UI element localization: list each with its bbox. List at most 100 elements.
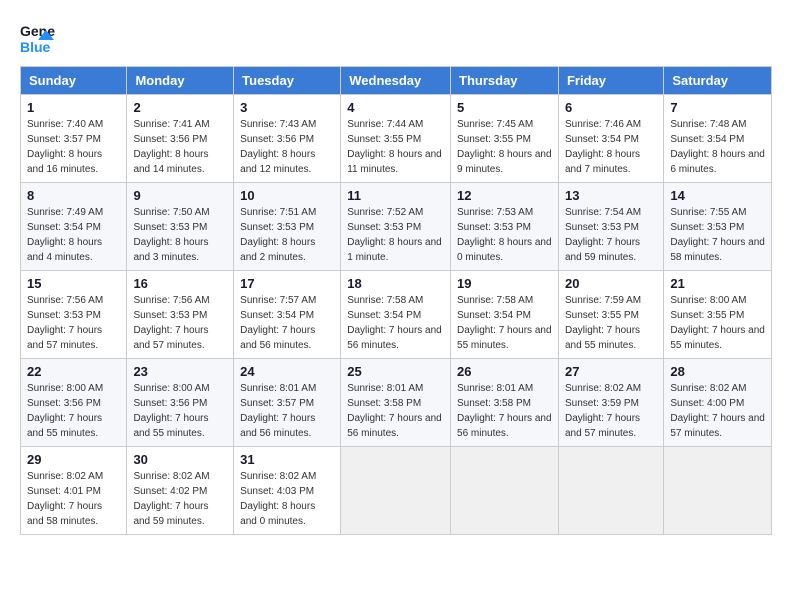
daylight-text: Daylight: 7 hours and 56 minutes. bbox=[240, 413, 315, 439]
day-info: Sunrise: 7:55 AM Sunset: 3:53 PM Dayligh… bbox=[670, 205, 765, 265]
sunrise-text: Sunrise: 7:59 AM bbox=[565, 295, 641, 306]
table-row: 17 Sunrise: 7:57 AM Sunset: 3:54 PM Dayl… bbox=[234, 271, 341, 359]
sunrise-text: Sunrise: 8:00 AM bbox=[27, 383, 103, 394]
sunset-text: Sunset: 3:54 PM bbox=[347, 310, 421, 321]
calendar-week-row: 22 Sunrise: 8:00 AM Sunset: 3:56 PM Dayl… bbox=[21, 359, 772, 447]
day-number: 29 bbox=[27, 452, 120, 467]
col-friday: Friday bbox=[558, 67, 663, 95]
daylight-text: Daylight: 8 hours and 9 minutes. bbox=[457, 149, 552, 175]
sunset-text: Sunset: 3:54 PM bbox=[457, 310, 531, 321]
day-number: 21 bbox=[670, 276, 765, 291]
day-info: Sunrise: 7:45 AM Sunset: 3:55 PM Dayligh… bbox=[457, 117, 552, 177]
daylight-text: Daylight: 7 hours and 57 minutes. bbox=[133, 325, 208, 351]
day-info: Sunrise: 7:56 AM Sunset: 3:53 PM Dayligh… bbox=[133, 293, 227, 353]
sunrise-text: Sunrise: 8:02 AM bbox=[565, 383, 641, 394]
day-number: 2 bbox=[133, 100, 227, 115]
day-number: 5 bbox=[457, 100, 552, 115]
day-number: 9 bbox=[133, 188, 227, 203]
day-number: 17 bbox=[240, 276, 334, 291]
table-row: 24 Sunrise: 8:01 AM Sunset: 3:57 PM Dayl… bbox=[234, 359, 341, 447]
calendar-week-row: 15 Sunrise: 7:56 AM Sunset: 3:53 PM Dayl… bbox=[21, 271, 772, 359]
logo-icon: General Blue bbox=[20, 20, 56, 56]
sunset-text: Sunset: 3:57 PM bbox=[27, 134, 101, 145]
sunrise-text: Sunrise: 8:00 AM bbox=[133, 383, 209, 394]
daylight-text: Daylight: 7 hours and 58 minutes. bbox=[670, 237, 765, 263]
sunrise-text: Sunrise: 7:46 AM bbox=[565, 119, 641, 130]
sunset-text: Sunset: 3:56 PM bbox=[240, 134, 314, 145]
day-info: Sunrise: 8:00 AM Sunset: 3:56 PM Dayligh… bbox=[27, 381, 120, 441]
table-row: 29 Sunrise: 8:02 AM Sunset: 4:01 PM Dayl… bbox=[21, 447, 127, 535]
day-number: 8 bbox=[27, 188, 120, 203]
daylight-text: Daylight: 7 hours and 55 minutes. bbox=[133, 413, 208, 439]
table-row bbox=[451, 447, 559, 535]
day-number: 30 bbox=[133, 452, 227, 467]
day-info: Sunrise: 8:02 AM Sunset: 4:01 PM Dayligh… bbox=[27, 469, 120, 529]
col-tuesday: Tuesday bbox=[234, 67, 341, 95]
table-row bbox=[664, 447, 772, 535]
table-row: 11 Sunrise: 7:52 AM Sunset: 3:53 PM Dayl… bbox=[341, 183, 451, 271]
daylight-text: Daylight: 8 hours and 2 minutes. bbox=[240, 237, 315, 263]
day-info: Sunrise: 7:57 AM Sunset: 3:54 PM Dayligh… bbox=[240, 293, 334, 353]
day-info: Sunrise: 7:59 AM Sunset: 3:55 PM Dayligh… bbox=[565, 293, 657, 353]
sunset-text: Sunset: 4:00 PM bbox=[670, 398, 744, 409]
day-info: Sunrise: 7:53 AM Sunset: 3:53 PM Dayligh… bbox=[457, 205, 552, 265]
daylight-text: Daylight: 8 hours and 3 minutes. bbox=[133, 237, 208, 263]
day-info: Sunrise: 7:41 AM Sunset: 3:56 PM Dayligh… bbox=[133, 117, 227, 177]
day-info: Sunrise: 7:43 AM Sunset: 3:56 PM Dayligh… bbox=[240, 117, 334, 177]
sunset-text: Sunset: 3:55 PM bbox=[565, 310, 639, 321]
daylight-text: Daylight: 7 hours and 55 minutes. bbox=[670, 325, 765, 351]
table-row bbox=[558, 447, 663, 535]
day-info: Sunrise: 8:01 AM Sunset: 3:58 PM Dayligh… bbox=[347, 381, 444, 441]
sunset-text: Sunset: 4:02 PM bbox=[133, 486, 207, 497]
daylight-text: Daylight: 8 hours and 0 minutes. bbox=[240, 501, 315, 527]
day-number: 24 bbox=[240, 364, 334, 379]
sunrise-text: Sunrise: 7:45 AM bbox=[457, 119, 533, 130]
day-number: 18 bbox=[347, 276, 444, 291]
sunrise-text: Sunrise: 8:01 AM bbox=[457, 383, 533, 394]
table-row: 2 Sunrise: 7:41 AM Sunset: 3:56 PM Dayli… bbox=[127, 95, 234, 183]
calendar-week-row: 1 Sunrise: 7:40 AM Sunset: 3:57 PM Dayli… bbox=[21, 95, 772, 183]
sunrise-text: Sunrise: 7:43 AM bbox=[240, 119, 316, 130]
table-row: 27 Sunrise: 8:02 AM Sunset: 3:59 PM Dayl… bbox=[558, 359, 663, 447]
day-number: 7 bbox=[670, 100, 765, 115]
day-number: 26 bbox=[457, 364, 552, 379]
sunset-text: Sunset: 3:54 PM bbox=[670, 134, 744, 145]
sunset-text: Sunset: 3:54 PM bbox=[565, 134, 639, 145]
sunrise-text: Sunrise: 8:01 AM bbox=[347, 383, 423, 394]
daylight-text: Daylight: 7 hours and 56 minutes. bbox=[240, 325, 315, 351]
sunset-text: Sunset: 3:56 PM bbox=[133, 134, 207, 145]
sunrise-text: Sunrise: 8:02 AM bbox=[27, 471, 103, 482]
day-info: Sunrise: 8:02 AM Sunset: 4:02 PM Dayligh… bbox=[133, 469, 227, 529]
sunset-text: Sunset: 3:59 PM bbox=[565, 398, 639, 409]
sunrise-text: Sunrise: 7:56 AM bbox=[27, 295, 103, 306]
table-row: 21 Sunrise: 8:00 AM Sunset: 3:55 PM Dayl… bbox=[664, 271, 772, 359]
sunrise-text: Sunrise: 7:57 AM bbox=[240, 295, 316, 306]
day-number: 11 bbox=[347, 188, 444, 203]
sunset-text: Sunset: 3:53 PM bbox=[133, 222, 207, 233]
day-number: 14 bbox=[670, 188, 765, 203]
daylight-text: Daylight: 7 hours and 57 minutes. bbox=[565, 413, 640, 439]
daylight-text: Daylight: 8 hours and 7 minutes. bbox=[565, 149, 640, 175]
sunset-text: Sunset: 3:55 PM bbox=[670, 310, 744, 321]
sunrise-text: Sunrise: 7:50 AM bbox=[133, 207, 209, 218]
daylight-text: Daylight: 7 hours and 56 minutes. bbox=[347, 325, 442, 351]
daylight-text: Daylight: 7 hours and 55 minutes. bbox=[27, 413, 102, 439]
sunrise-text: Sunrise: 7:52 AM bbox=[347, 207, 423, 218]
daylight-text: Daylight: 7 hours and 56 minutes. bbox=[457, 413, 552, 439]
table-row: 20 Sunrise: 7:59 AM Sunset: 3:55 PM Dayl… bbox=[558, 271, 663, 359]
day-number: 6 bbox=[565, 100, 657, 115]
sunset-text: Sunset: 3:58 PM bbox=[347, 398, 421, 409]
daylight-text: Daylight: 8 hours and 1 minute. bbox=[347, 237, 442, 263]
page-header: General Blue bbox=[20, 20, 772, 56]
sunrise-text: Sunrise: 7:41 AM bbox=[133, 119, 209, 130]
daylight-text: Daylight: 8 hours and 4 minutes. bbox=[27, 237, 102, 263]
table-row: 23 Sunrise: 8:00 AM Sunset: 3:56 PM Dayl… bbox=[127, 359, 234, 447]
sunset-text: Sunset: 3:57 PM bbox=[240, 398, 314, 409]
col-wednesday: Wednesday bbox=[341, 67, 451, 95]
table-row: 4 Sunrise: 7:44 AM Sunset: 3:55 PM Dayli… bbox=[341, 95, 451, 183]
day-info: Sunrise: 8:02 AM Sunset: 3:59 PM Dayligh… bbox=[565, 381, 657, 441]
sunrise-text: Sunrise: 8:02 AM bbox=[240, 471, 316, 482]
sunset-text: Sunset: 3:53 PM bbox=[457, 222, 531, 233]
table-row: 1 Sunrise: 7:40 AM Sunset: 3:57 PM Dayli… bbox=[21, 95, 127, 183]
daylight-text: Daylight: 7 hours and 55 minutes. bbox=[565, 325, 640, 351]
